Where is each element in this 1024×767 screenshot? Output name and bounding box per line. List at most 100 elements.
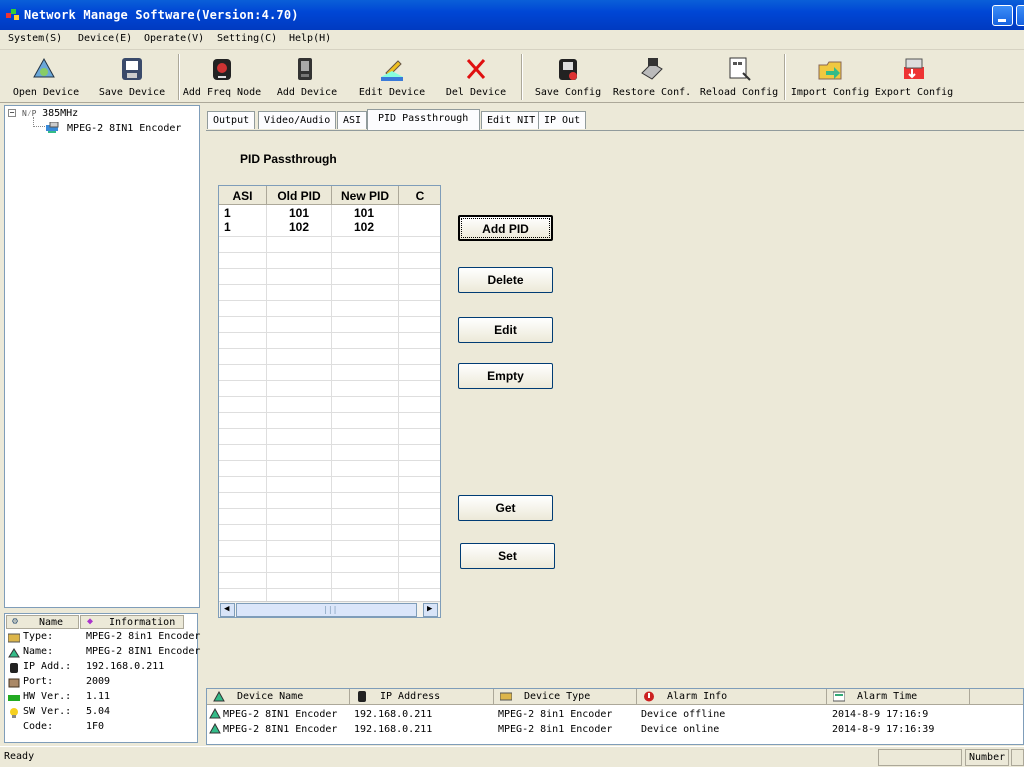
type-icon xyxy=(8,633,20,643)
edit-button[interactable]: Edit xyxy=(458,317,553,343)
column-header-device-name[interactable]: Device Name xyxy=(207,689,350,705)
section-title: PID Passthrough xyxy=(240,152,337,166)
menu-device[interactable]: Device(E) xyxy=(78,33,132,44)
status-num-lock: Number xyxy=(965,749,1009,766)
get-button[interactable]: Get xyxy=(458,495,553,521)
grid-line xyxy=(219,492,440,493)
horizontal-scrollbar[interactable]: ◀ ||| ▶ xyxy=(219,601,440,617)
del-device-button[interactable]: Del Device xyxy=(440,53,512,101)
export-config-icon xyxy=(904,58,924,79)
tab-video-audio[interactable]: Video/Audio xyxy=(258,111,337,129)
grip-icon: ||| xyxy=(323,605,338,614)
tab-pid-passthrough[interactable]: PID Passthrough xyxy=(367,109,480,130)
tab-ip-out[interactable]: IP Out xyxy=(538,111,587,129)
tab-edit-nit[interactable]: Edit NIT xyxy=(481,111,542,129)
encoder-device-icon xyxy=(46,121,59,133)
info-row-type: Type: MPEG-2 8in1 Encoder xyxy=(8,631,200,645)
column-header-ip-address[interactable]: IP Address xyxy=(350,689,494,705)
column-header-old-pid[interactable]: Old PID xyxy=(267,186,332,205)
delete-icon xyxy=(466,59,486,79)
toolbar-separator xyxy=(784,54,786,100)
column-header-new-pid[interactable]: New PID xyxy=(332,186,399,205)
set-button[interactable]: Set xyxy=(460,543,555,569)
save-config-button[interactable]: Save Config xyxy=(530,53,606,101)
collapse-toggle[interactable]: − xyxy=(8,109,16,117)
hw-icon xyxy=(8,695,20,701)
info-row-code: Code: 1F0 xyxy=(23,721,105,732)
tab-output[interactable]: Output xyxy=(207,111,256,129)
menu-setting[interactable]: Setting(C) xyxy=(217,33,277,44)
edit-device-icon xyxy=(381,60,403,81)
grid-line xyxy=(331,205,332,603)
grid-line xyxy=(219,412,440,413)
info-row-ip: IP Add.: 192.168.0.211 xyxy=(8,661,198,675)
status-pane xyxy=(1011,749,1024,766)
device-info-panel: ⚙ Name ◆ Information Type: MPEG-2 8in1 E… xyxy=(4,613,200,743)
scroll-right-button[interactable]: ▶ xyxy=(423,603,438,617)
grid-line xyxy=(219,508,440,509)
save-device-button[interactable]: Save Device xyxy=(94,53,170,101)
toolbar-separator xyxy=(521,54,523,100)
ip-icon xyxy=(358,691,366,702)
grid-line xyxy=(219,556,440,557)
export-config-button[interactable]: Export Config xyxy=(874,53,954,101)
toolbar: Open Device Save Device Add Freq Node Ad… xyxy=(0,51,1024,103)
info-header-name[interactable]: ⚙ Name xyxy=(6,615,79,629)
add-device-icon xyxy=(298,58,312,80)
empty-button[interactable]: Empty xyxy=(458,363,553,389)
reload-config-button[interactable]: Reload Config xyxy=(698,53,780,101)
menu-help[interactable]: Help(H) xyxy=(289,33,331,44)
scroll-thumb[interactable]: ||| xyxy=(236,603,417,617)
pid-passthrough-panel: PID Passthrough ASI Old PID New PID C 1 … xyxy=(206,130,1024,685)
grid-line xyxy=(219,572,440,573)
scroll-left-button[interactable]: ◀ xyxy=(220,603,235,617)
tab-bar: Output Video/Audio ASI PID Passthrough E… xyxy=(206,109,1024,130)
column-header-alarm-time[interactable]: Alarm Time xyxy=(827,689,970,705)
edit-device-button[interactable]: Edit Device xyxy=(354,53,430,101)
arrow-right-icon: ▶ xyxy=(427,604,433,614)
clock-icon xyxy=(833,691,845,702)
title-bar: Network Manage Software(Version:4.70) xyxy=(0,0,1024,30)
grid-line xyxy=(219,316,440,317)
tree-node-encoder[interactable]: MPEG-2 8IN1 Encoder xyxy=(45,121,181,134)
cell-old-pid: 102 xyxy=(289,220,310,234)
cell-old-pid: 101 xyxy=(289,206,310,220)
alarm-icon xyxy=(644,691,654,702)
restore-conf-button[interactable]: Restore Conf. xyxy=(612,53,692,101)
tab-asi[interactable]: ASI xyxy=(337,111,368,129)
info-row-sw-ver: SW Ver.: 5.04 xyxy=(8,706,198,720)
open-device-button[interactable]: Open Device xyxy=(8,53,84,101)
alarm-list: Device Name IP Address Device Type Alarm… xyxy=(206,688,1024,745)
import-config-icon xyxy=(818,61,842,80)
grid-line xyxy=(219,524,440,525)
grid-line xyxy=(398,205,399,603)
delete-button[interactable]: Delete xyxy=(458,267,553,293)
column-header-asi[interactable]: ASI xyxy=(219,186,267,205)
import-config-button[interactable]: Import Config xyxy=(790,53,870,101)
column-header-device-type[interactable]: Device Type xyxy=(494,689,637,705)
grid-line xyxy=(219,588,440,589)
device-tree: − N⁄P 385MHz MPEG-2 8IN1 Encoder xyxy=(4,105,200,608)
column-header-alarm-info[interactable]: Alarm Info xyxy=(637,689,827,705)
minimize-button[interactable] xyxy=(992,5,1013,26)
info-row-port: Port: 2009 xyxy=(8,676,198,690)
grid-line xyxy=(219,428,440,429)
add-freq-node-button[interactable]: Add Freq Node xyxy=(182,53,262,101)
menu-system[interactable]: System(S) xyxy=(8,33,62,44)
column-header-c[interactable]: C xyxy=(399,186,440,205)
add-pid-button[interactable]: Add PID xyxy=(458,215,553,241)
menu-operate[interactable]: Operate(V) xyxy=(144,33,204,44)
restore-config-icon xyxy=(641,58,663,80)
device-icon xyxy=(213,691,225,702)
grid-line xyxy=(219,284,440,285)
port-icon xyxy=(8,678,20,688)
info-header-information[interactable]: ◆ Information xyxy=(80,615,184,629)
menu-bar: System(S) Device(E) Operate(V) Setting(C… xyxy=(0,30,1024,50)
add-device-button[interactable]: Add Device xyxy=(272,53,342,101)
grid-line xyxy=(219,396,440,397)
grid-line xyxy=(219,476,440,477)
device-icon xyxy=(209,723,221,734)
cell-new-pid: 102 xyxy=(354,220,375,234)
maximize-button[interactable] xyxy=(1016,5,1024,26)
pane-splitter[interactable] xyxy=(202,105,205,745)
